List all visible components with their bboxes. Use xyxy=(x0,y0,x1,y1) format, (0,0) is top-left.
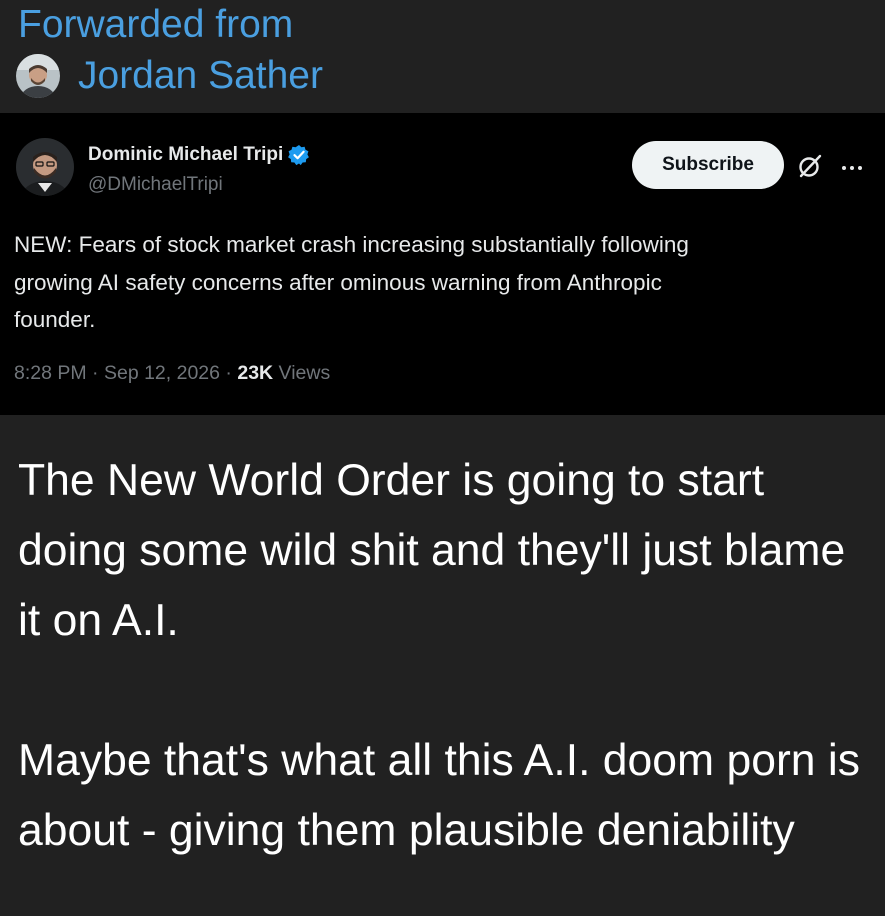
subscribe-button[interactable]: Subscribe xyxy=(632,141,784,189)
views-label: Views xyxy=(278,362,331,384)
forward-author-link[interactable]: Jordan Sather xyxy=(16,52,323,100)
post-body: The New World Order is going to start do… xyxy=(18,446,878,866)
forward-author-name[interactable]: Jordan Sather xyxy=(78,53,323,99)
tweet-author-avatar[interactable] xyxy=(16,138,74,196)
forward-header: Forwarded from Jordan Sather xyxy=(0,0,885,112)
tweet-date[interactable]: Sep 12, 2026 xyxy=(104,362,220,384)
tweet-metadata: 8:28 PM · Sep 12, 2026 · 23K Views xyxy=(14,362,330,385)
verified-badge-icon xyxy=(288,144,310,166)
tweet-time[interactable]: 8:28 PM xyxy=(14,362,87,384)
post-paragraph-2: Maybe that's what all this A.I. doom por… xyxy=(18,736,861,855)
forwarded-from-label: Forwarded from xyxy=(18,3,294,46)
tweet-author-name[interactable]: Dominic Michael Tripi xyxy=(88,144,283,166)
grok-icon[interactable] xyxy=(796,152,824,180)
views-count: 23K xyxy=(237,362,274,384)
tweet-body-text: NEW: Fears of stock market crash increas… xyxy=(14,232,689,332)
post-paragraph-1: The New World Order is going to start do… xyxy=(18,456,846,645)
tweet-author-handle[interactable]: @DMichaelTripi xyxy=(88,174,223,196)
more-options-icon[interactable] xyxy=(840,160,864,170)
meta-separator: · xyxy=(92,362,99,384)
tweet-author-name-row[interactable]: Dominic Michael Tripi xyxy=(88,144,310,166)
forward-author-avatar[interactable] xyxy=(16,54,60,98)
meta-separator: · xyxy=(225,362,232,384)
